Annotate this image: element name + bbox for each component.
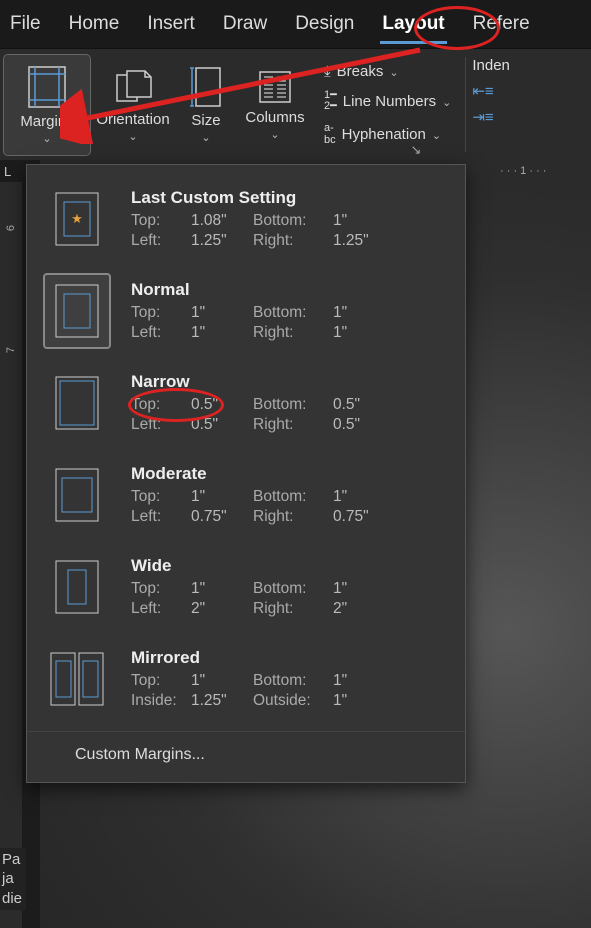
columns-label: Columns (245, 109, 304, 126)
indent-left-button[interactable]: ⇤≡ (472, 82, 510, 100)
dialog-launcher-icon[interactable]: ↘ (410, 142, 421, 158)
paragraph-group: Inden ⇤≡ ⇥≡ (466, 49, 516, 160)
option-title: Moderate (131, 464, 447, 484)
margin-preview-icon (55, 560, 99, 614)
indent-right-icon: ⇥≡ (472, 108, 493, 126)
columns-icon (257, 69, 293, 105)
ribbon: Margins ⌄ Orientation ⌄ Size ⌄ (0, 48, 591, 160)
columns-button[interactable]: Columns ⌄ (236, 55, 314, 155)
orientation-icon (113, 67, 153, 107)
size-icon (190, 66, 222, 108)
ruler-h-mark: 1 (520, 165, 526, 177)
margin-preview-icon (55, 376, 99, 430)
breaks-button[interactable]: ⤓ Breaks ⌄ (316, 60, 459, 83)
hyphenation-icon: a-bc (324, 122, 336, 146)
ruler-v-mark: 7 (5, 347, 17, 353)
ruler-vertical[interactable]: 6 7 (0, 182, 22, 928)
tab-draw[interactable]: Draw (221, 7, 269, 41)
line-numbers-button[interactable]: 1━2━ Line Numbers ⌄ (316, 87, 459, 115)
breaks-label: Breaks (337, 63, 384, 80)
margin-preview-icon (55, 284, 99, 338)
ruler-v-mark: 6 (5, 225, 17, 231)
orientation-label: Orientation (96, 111, 169, 128)
indent-left-icon: ⇤≡ (472, 82, 493, 100)
ribbon-tabbar: File Home Insert Draw Design Layout Refe… (0, 0, 591, 48)
margin-preview-icon: ★ (55, 192, 99, 246)
hyphenation-label: Hyphenation (342, 126, 426, 143)
chevron-down-icon: ⌄ (128, 130, 137, 143)
ruler-corner: L (4, 164, 11, 179)
margins-button[interactable]: Margins ⌄ (4, 55, 90, 155)
margin-option-wide[interactable]: Wide Top:1"Bottom:1" Left:2"Right:2" (27, 541, 465, 633)
tab-references[interactable]: Refere (471, 7, 532, 41)
line-numbers-icon: 1━2━ (324, 90, 337, 112)
indent-label: Inden (472, 57, 510, 74)
option-title: Wide (131, 556, 447, 576)
chevron-down-icon: ⌄ (389, 66, 398, 79)
size-button[interactable]: Size ⌄ (176, 55, 236, 155)
chevron-down-icon: ⌄ (201, 131, 210, 144)
tab-insert[interactable]: Insert (145, 7, 197, 41)
chevron-down-icon: ⌄ (42, 132, 51, 145)
tab-file[interactable]: File (8, 7, 43, 41)
indent-right-button[interactable]: ⇥≡ (472, 108, 510, 126)
page-setup-small: ⤓ Breaks ⌄ 1━2━ Line Numbers ⌄ a-bc Hyph… (314, 56, 461, 153)
tab-layout[interactable]: Layout (380, 7, 446, 41)
svg-text:★: ★ (71, 211, 83, 226)
margins-label: Margins (20, 113, 73, 130)
margin-option-last-custom[interactable]: ★ Last Custom Setting Top:1.08"Bottom:1"… (27, 173, 465, 265)
margin-option-mirrored[interactable]: Mirrored Top:1"Bottom:1" Inside:1.25"Out… (27, 633, 465, 725)
option-title: Normal (131, 280, 447, 300)
page-setup-group: Margins ⌄ Orientation ⌄ Size ⌄ (0, 49, 465, 160)
margin-option-normal[interactable]: Normal Top:1"Bottom:1" Left:1"Right:1" (27, 265, 465, 357)
orientation-button[interactable]: Orientation ⌄ (90, 55, 176, 155)
margins-icon (27, 65, 67, 109)
hyphenation-button[interactable]: a-bc Hyphenation ⌄ (316, 119, 459, 149)
tab-design[interactable]: Design (293, 7, 356, 41)
custom-margins-button[interactable]: Custom Margins... (27, 731, 465, 774)
chevron-down-icon: ⌄ (442, 96, 451, 109)
left-edge-fragment: Pa ja die (0, 848, 26, 911)
option-title: Mirrored (131, 648, 447, 668)
margin-preview-icon (55, 468, 99, 522)
chevron-down-icon: ⌄ (432, 129, 441, 142)
margin-option-moderate[interactable]: Moderate Top:1"Bottom:1" Left:0.75"Right… (27, 449, 465, 541)
breaks-icon: ⤓ (324, 63, 331, 80)
line-numbers-label: Line Numbers (343, 93, 436, 110)
chevron-down-icon: ⌄ (270, 128, 279, 141)
margin-option-narrow[interactable]: Narrow Top:0.5"Bottom:0.5" Left:0.5"Righ… (27, 357, 465, 449)
margins-dropdown: ★ Last Custom Setting Top:1.08"Bottom:1"… (26, 164, 466, 783)
size-label: Size (191, 112, 220, 129)
margin-preview-icon (50, 652, 104, 706)
option-title: Last Custom Setting (131, 188, 447, 208)
tab-home[interactable]: Home (67, 7, 122, 41)
option-title: Narrow (131, 372, 447, 392)
